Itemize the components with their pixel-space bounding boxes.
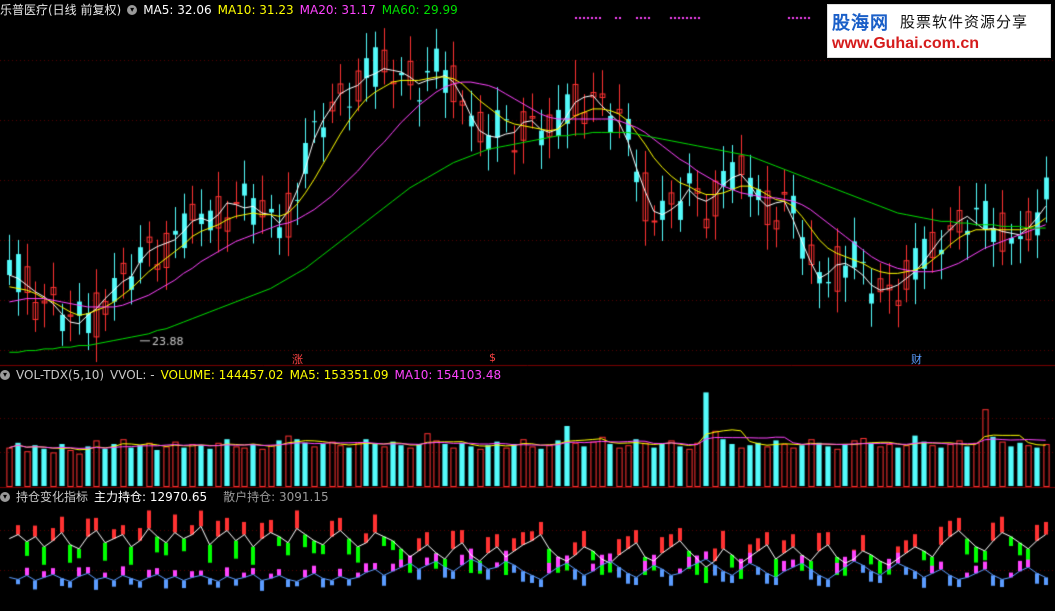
watermark-url: www.Guhai.com.cn [832, 35, 979, 52]
vol-indicator-name[interactable]: VOL-TDX(5,10) [16, 366, 104, 384]
watermark-slogan: 股票软件资源分享 [900, 13, 1029, 31]
vol-ma10-label: MA10: 154103.48 [394, 368, 502, 382]
marker-rise[interactable]: 涨 [292, 351, 303, 367]
retail-holding-label: 散户持仓: 3091.15 [223, 490, 329, 504]
volume-header: ▾ VOL-TDX(5,10) VVOL: - VOLUME: 144457.0… [0, 366, 501, 384]
price-header: 乐普医疗(日线 前复权) ▾ MA5: 32.06 MA10: 31.23 MA… [0, 1, 458, 19]
chart-canvas [0, 0, 1055, 611]
ma10-label: MA10: 31.23 [217, 3, 294, 17]
watermark-brand: 股海网 [832, 13, 889, 34]
indicator-name[interactable]: 持仓变化指标 [16, 488, 88, 506]
volume-label: VOLUME: 144457.02 [160, 368, 284, 382]
main-holding-label: 主力持仓: 12970.65 [94, 490, 208, 504]
watermark-logo: 股海网 股票软件资源分享 www.Guhai.com.cn [827, 4, 1051, 58]
marker-dollar[interactable]: $ [489, 351, 496, 364]
ma5-label: MA5: 32.06 [143, 3, 212, 17]
indicator-header: ▾ 持仓变化指标 主力持仓: 12970.65 散户持仓: 3091.15 [0, 488, 329, 506]
settings-toggle-icon[interactable]: ▾ [127, 5, 138, 15]
indicator-toggle-icon[interactable]: ▾ [0, 492, 10, 502]
vol-ma5-label: MA5: 153351.09 [289, 368, 389, 382]
stock-title: 乐普医疗(日线 前复权) [0, 3, 122, 17]
volume-toggle-icon[interactable]: ▾ [0, 370, 10, 380]
ma60-label: MA60: 29.99 [381, 3, 458, 17]
ma20-label: MA20: 31.17 [299, 3, 376, 17]
marker-finance[interactable]: 财 [911, 351, 922, 367]
vvol-label: VVOL: - [110, 368, 155, 382]
